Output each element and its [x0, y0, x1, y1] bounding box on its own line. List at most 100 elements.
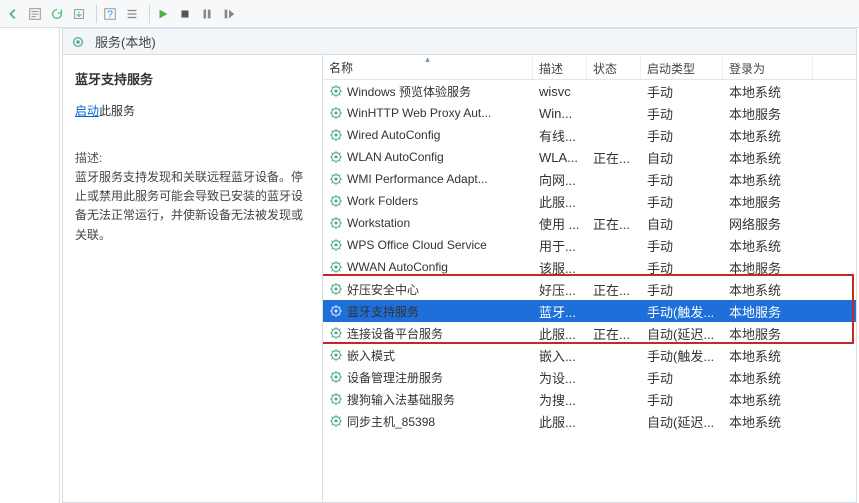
table-row[interactable]: WMI Performance Adapt...向网...手动本地系统 — [323, 168, 856, 190]
cell-startup: 手动 — [641, 82, 723, 101]
table-row[interactable]: WinHTTP Web Proxy Aut...Win... 手动本地服务 — [323, 102, 856, 124]
cell-logon: 本地系统 — [723, 126, 813, 145]
cell-startup: 手动 — [641, 390, 723, 409]
cell-logon: 本地服务 — [723, 104, 813, 123]
service-icon — [329, 326, 347, 340]
table-row[interactable]: 同步主机_85398此服...自动(延迟...本地系统 — [323, 410, 856, 432]
cell-desc: wisvc — [533, 84, 587, 99]
cell-startup: 手动 — [641, 258, 723, 277]
gear-icon — [71, 35, 85, 49]
service-icon — [329, 216, 347, 230]
table-row[interactable]: WLAN AutoConfigWLA...正在...自动本地系统 — [323, 146, 856, 168]
col-status[interactable]: 状态 — [587, 56, 641, 79]
table-row[interactable]: 嵌入模式嵌入...手动(触发...本地系统 — [323, 344, 856, 366]
table-row[interactable]: Wired AutoConfig有线... 手动本地系统 — [323, 124, 856, 146]
col-name[interactable]: 名称▴ — [323, 56, 533, 79]
cell-name: 好压安全中心 — [323, 281, 533, 298]
cell-name: Work Folders — [323, 194, 533, 208]
cell-logon: 本地系统 — [723, 412, 813, 431]
stop-icon[interactable] — [178, 5, 196, 23]
table-row[interactable]: 设备管理注册服务为设... 手动本地系统 — [323, 366, 856, 388]
table-row[interactable]: WPS Office Cloud Service用于...手动本地系统 — [323, 234, 856, 256]
export-icon[interactable] — [72, 5, 90, 23]
cell-desc: Win... — [533, 106, 587, 121]
cell-name: 嵌入模式 — [323, 347, 533, 364]
cell-startup: 手动 — [641, 170, 723, 189]
cell-desc: 向网... — [533, 170, 587, 189]
cell-startup: 手动 — [641, 126, 723, 145]
cell-status: 正在... — [587, 148, 641, 167]
cell-logon: 本地系统 — [723, 368, 813, 387]
help-icon[interactable]: ? — [103, 5, 121, 23]
table-row[interactable]: Work Folders此服...手动本地服务 — [323, 190, 856, 212]
service-icon — [329, 392, 347, 406]
col-desc[interactable]: 描述 — [533, 56, 587, 79]
list-pane: 名称▴ 描述 状态 启动类型 登录为 Windows 预览体验服务wisvc手动… — [323, 56, 856, 502]
cell-status: 正在... — [587, 214, 641, 233]
cell-startup: 自动(延迟... — [641, 412, 723, 431]
table-row[interactable]: 搜狗输入法基础服务为搜...手动本地系统 — [323, 388, 856, 410]
service-icon — [329, 282, 347, 296]
service-icon — [329, 260, 347, 274]
cell-startup: 手动 — [641, 104, 723, 123]
col-logon[interactable]: 登录为 — [723, 56, 813, 79]
description-text: 蓝牙服务支持发现和关联远程蓝牙设备。停止或禁用此服务可能会导致已安装的蓝牙设备无… — [75, 168, 310, 245]
start-link[interactable]: 启动 — [75, 104, 99, 118]
cell-desc: WLA... — [533, 150, 587, 165]
cell-logon: 网络服务 — [723, 214, 813, 233]
cell-status: 正在... — [587, 324, 641, 343]
cell-desc: 为搜... — [533, 390, 587, 409]
cell-status: 正在... — [587, 280, 641, 299]
toolbar: ? — [0, 0, 859, 28]
table-row[interactable]: 好压安全中心好压...正在...手动本地系统 — [323, 278, 856, 300]
cell-name: WinHTTP Web Proxy Aut... — [323, 106, 533, 120]
start-icon[interactable] — [156, 5, 174, 23]
cell-startup: 自动(延迟... — [641, 324, 723, 343]
service-icon — [329, 304, 347, 318]
cell-desc: 使用 ... — [533, 214, 587, 233]
cell-logon: 本地服务 — [723, 324, 813, 343]
service-icon — [329, 414, 347, 428]
cell-name: 蓝牙支持服务 — [323, 303, 533, 320]
back-icon[interactable] — [6, 5, 24, 23]
cell-name: WPS Office Cloud Service — [323, 238, 533, 252]
service-title: 蓝牙支持服务 — [75, 69, 310, 88]
service-rows: Windows 预览体验服务wisvc手动本地系统WinHTTP Web Pro… — [323, 80, 856, 432]
cell-logon: 本地系统 — [723, 236, 813, 255]
cell-desc: 此服... — [533, 324, 587, 343]
cell-desc: 为设... — [533, 368, 587, 387]
sort-indicator-icon: ▴ — [425, 56, 430, 65]
refresh-icon[interactable] — [50, 5, 68, 23]
cell-startup: 手动 — [641, 368, 723, 387]
table-row[interactable]: Windows 预览体验服务wisvc手动本地系统 — [323, 80, 856, 102]
table-row[interactable]: WWAN AutoConfig该服...手动本地服务 — [323, 256, 856, 278]
right-pane: 服务(本地) 蓝牙支持服务 启动此服务 描述: 蓝牙服务支持发现和关联远程蓝牙设… — [62, 28, 857, 503]
table-row[interactable]: Workstation使用 ...正在...自动网络服务 — [323, 212, 856, 234]
cell-name: Workstation — [323, 216, 533, 230]
col-startup[interactable]: 启动类型 — [641, 56, 723, 79]
pause-icon[interactable] — [200, 5, 218, 23]
restart-icon[interactable] — [222, 5, 240, 23]
cell-name: 搜狗输入法基础服务 — [323, 391, 533, 408]
service-icon — [329, 84, 347, 98]
cell-logon: 本地系统 — [723, 148, 813, 167]
list-icon[interactable] — [125, 5, 143, 23]
breadcrumb: 服务(本地) — [63, 29, 856, 55]
properties-icon[interactable] — [28, 5, 46, 23]
cell-startup: 自动 — [641, 214, 723, 233]
cell-desc: 此服... — [533, 192, 587, 211]
breadcrumb-text: 服务(本地) — [95, 32, 156, 51]
table-row[interactable]: 蓝牙支持服务蓝牙...手动(触发...本地服务 — [323, 300, 856, 322]
cell-startup: 手动(触发... — [641, 302, 723, 321]
service-icon — [329, 150, 347, 164]
service-icon — [329, 348, 347, 362]
cell-name: 设备管理注册服务 — [323, 369, 533, 386]
cell-logon: 本地系统 — [723, 280, 813, 299]
cell-name: Wired AutoConfig — [323, 128, 533, 142]
cell-name: WLAN AutoConfig — [323, 150, 533, 164]
table-row[interactable]: 连接设备平台服务此服...正在...自动(延迟...本地服务 — [323, 322, 856, 344]
start-service-link[interactable]: 启动此服务 — [75, 102, 135, 119]
cell-startup: 手动 — [641, 280, 723, 299]
cell-desc: 有线... — [533, 126, 587, 145]
cell-startup: 手动 — [641, 236, 723, 255]
